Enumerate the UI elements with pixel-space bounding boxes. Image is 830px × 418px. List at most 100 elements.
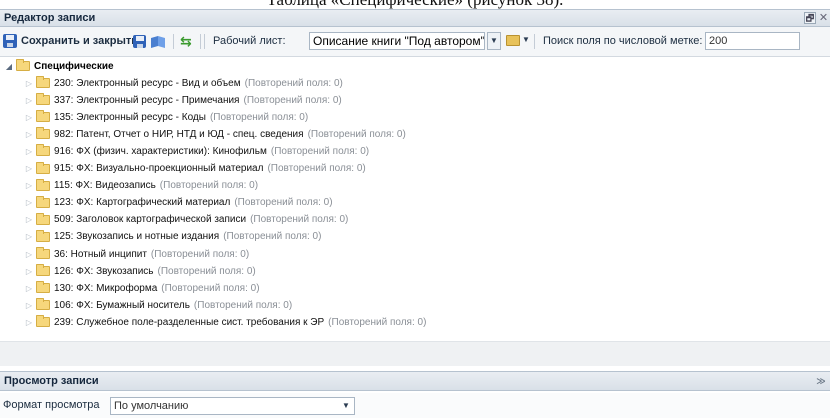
tree-node-count: (Повторений поля: 0): [157, 265, 256, 277]
tree-node-label: 239: Служебное поле-разделенные сист. тр…: [54, 316, 325, 328]
folder-icon: [36, 229, 50, 242]
arrows-icon: ⇆: [180, 32, 192, 49]
tree-node-count: (Повторений поля: 0): [159, 180, 259, 192]
tree-node-label: 125: Звукозапись и нотные издания: [54, 231, 220, 243]
book-icon: [151, 35, 166, 48]
expand-arrow-icon[interactable]: ▷: [24, 164, 34, 173]
folder-icon: [36, 195, 50, 208]
tree-node-label: 135: Электронный ресурс - Коды: [54, 111, 206, 123]
tree-node[interactable]: ▷ 509: Заголовок картографической записи(…: [24, 212, 348, 228]
expand-arrow-icon[interactable]: ▷: [24, 250, 34, 259]
tree-node-label: 126: ФХ: Звукозапись: [54, 265, 154, 277]
expand-arrow-icon[interactable]: ▷: [24, 181, 34, 190]
tree-node[interactable]: ▷ 337: Электронный ресурс - Примечания (По…: [24, 92, 342, 108]
expand-arrow-icon[interactable]: ▷: [24, 318, 34, 327]
document-caption-text: Таблица «Специфические» (рисунок 38).: [0, 0, 830, 9]
tree-node[interactable]: ▷ 115: ФХ: Видеозапись (Повторений поля: 0…: [24, 178, 258, 194]
tree-node-label: 130: ФХ: Микроформа: [54, 282, 158, 294]
tree-node[interactable]: ▷ 130: ФХ: Микроформа (Повторений поля: 0): [24, 280, 260, 296]
tree-node[interactable]: ▷ 916: ФХ (физич. характеристики): Кинофи…: [24, 143, 369, 159]
toolbar-separator: [173, 34, 174, 49]
chevron-down-icon[interactable]: ▼: [339, 398, 353, 414]
expand-arrow-icon[interactable]: ▷: [24, 215, 34, 224]
tree-node-count: (Повторений поля: 0): [270, 145, 370, 157]
worksheet-select[interactable]: Описание книги "Под автором",: [309, 32, 485, 50]
folder-icon: [36, 298, 50, 311]
tree-node-count: (Повторений поля: 0): [234, 197, 333, 209]
folder-icon: [36, 247, 50, 259]
toolbar-separator: [204, 34, 205, 49]
expand-arrow-icon[interactable]: ▷: [24, 147, 34, 156]
expand-arrow-icon[interactable]: ▷: [24, 79, 34, 88]
tree-node-label: 230: Электронный ресурс - Вид и объем: [54, 77, 241, 89]
save-close-icon: [3, 34, 17, 48]
expand-arrow-icon[interactable]: ▷: [24, 301, 34, 310]
expand-arrow-icon[interactable]: ▷: [24, 113, 34, 122]
tree-node[interactable]: ▷ 982: Патент, Отчет о НИР, НТД и ЮД - сп…: [24, 126, 406, 142]
tree-node-count: (Повторений поля: 0): [244, 77, 343, 89]
search-field-input[interactable]: 200: [705, 32, 800, 50]
tree-node[interactable]: ▷ 36: Нотный инципит (Повторений поля: 0): [24, 246, 249, 262]
tree-node[interactable]: ▷ 123: ФХ: Картографический материал (Повт…: [24, 195, 333, 211]
folder-icon: [16, 59, 30, 71]
add-sheet-icon[interactable]: [506, 35, 520, 46]
tree-node-count: (Повторений поля: 0): [267, 163, 366, 174]
tree-node-label: 982: Патент, Отчет о НИР, НТД и ЮД - спе…: [54, 128, 304, 140]
tree-node-count: (Повторений поля: 0): [243, 94, 342, 106]
tree-node-label: 509: Заголовок картографической записи: [54, 214, 247, 226]
tree-node-label: 915: ФХ: Визуально-проекционный материал: [54, 163, 264, 174]
view-format-select[interactable]: По умолчанию ▼: [110, 397, 355, 415]
view-format-value: По умолчанию: [114, 400, 189, 412]
tree-node[interactable]: ▷ 915: ФХ: Визуально-проекционный материа…: [24, 161, 366, 177]
tree-node[interactable]: ▷ 239: Служебное поле-разделенные сист. т…: [24, 314, 426, 330]
tree-node-count: (Повторений поля: 0): [209, 111, 309, 123]
collapse-icon[interactable]: ≫: [816, 375, 826, 387]
status-strip: [0, 341, 830, 366]
folder-icon: [36, 281, 50, 294]
tree-node-count: (Повторений поля: 0): [223, 231, 322, 243]
save-and-close-button[interactable]: Сохранить и закрыть: [3, 31, 138, 51]
folder-icon: [36, 144, 50, 157]
tree-node[interactable]: ▷ 135: Электронный ресурс - Коды (Повторен…: [24, 109, 308, 125]
tree-node[interactable]: ▷ 126: ФХ: Звукозапись (Повторений поля: 0…: [24, 263, 256, 279]
folder-icon: [36, 93, 50, 106]
save-button[interactable]: [133, 31, 146, 51]
expand-arrow-icon[interactable]: ◢: [4, 62, 14, 71]
expand-arrow-icon[interactable]: ▷: [24, 96, 34, 105]
chevron-down-icon[interactable]: ▼: [487, 32, 501, 50]
expand-arrow-icon[interactable]: ▷: [24, 198, 34, 207]
toolbar-separator: [534, 34, 535, 49]
book-button[interactable]: [151, 31, 166, 51]
tree-node-label: 36: Нотный инципит: [54, 248, 147, 260]
tree-node-label: 123: ФХ: Картографический материал: [54, 197, 231, 209]
tree-node-count: (Повторений поля: 0): [328, 316, 427, 328]
tree-node-label: 115: ФХ: Видеозапись: [54, 180, 156, 192]
expand-arrow-icon[interactable]: ▷: [24, 284, 34, 293]
tree-node-label: 916: ФХ (физич. характеристики): Кинофил…: [54, 145, 267, 157]
expand-arrow-icon[interactable]: ▷: [24, 267, 34, 276]
folder-icon: [36, 110, 50, 123]
tree-node[interactable]: ▷ 125: Звукозапись и нотные издания (Повто…: [24, 229, 321, 245]
view-format-row: Формат просмотра По умолчанию ▼: [0, 393, 830, 418]
expand-arrow-icon[interactable]: ▷: [24, 232, 34, 241]
tree-root[interactable]: ◢ Специфические: [4, 58, 114, 74]
tree-node-count: (Повторений поля: 0): [250, 214, 349, 226]
folder-icon: [36, 161, 50, 174]
close-icon[interactable]: ✕: [818, 12, 829, 24]
save-icon: [133, 34, 146, 48]
toolbar-separator: [200, 34, 201, 49]
restore-icon[interactable]: 🗗: [804, 12, 816, 24]
expand-arrow-icon[interactable]: ▷: [24, 130, 34, 139]
save-and-close-label: Сохранить и закрыть: [21, 35, 138, 47]
tree-node-count: (Повторений поля: 0): [193, 299, 293, 311]
arrows-button[interactable]: ⇆: [180, 31, 192, 51]
tree-node[interactable]: ▷ 106: ФХ: Бумажный носитель (Повторений п…: [24, 297, 292, 313]
editor-panel-title: Редактор записи: [4, 12, 96, 24]
view-format-label: Формат просмотра: [3, 399, 100, 411]
folder-icon: [36, 178, 50, 191]
folder-icon: [36, 127, 50, 140]
tree-root-label: Специфические: [34, 60, 114, 72]
folder-icon: [36, 212, 50, 225]
caret-down-icon[interactable]: ▼: [522, 35, 530, 44]
tree-node[interactable]: ▷ 230: Электронный ресурс - Вид и объем (П…: [24, 75, 343, 91]
